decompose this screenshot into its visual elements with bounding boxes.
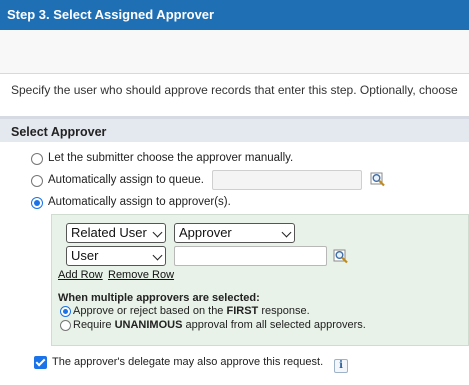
approver-type-select-2[interactable]: User (66, 246, 166, 266)
queue-input[interactable] (212, 170, 362, 190)
unanimous-bold: UNANIMOUS (114, 319, 183, 331)
step-description: Specify the user who should approve reco… (0, 74, 469, 116)
radio-first-response[interactable] (60, 306, 71, 317)
section-title: Select Approver (11, 125, 107, 139)
chevron-down-icon (152, 250, 163, 261)
radio-queue-label: Automatically assign to queue. (48, 174, 204, 186)
multiple-approvers-heading: When multiple approvers are selected: (58, 292, 260, 304)
radio-queue[interactable] (31, 175, 43, 187)
remove-row-link[interactable]: Remove Row (108, 269, 174, 281)
unanimous-suffix: approval from all selected approvers. (182, 319, 366, 331)
radio-manual[interactable] (31, 153, 43, 165)
radio-approvers[interactable] (31, 197, 43, 209)
radio-manual-label: Let the submitter choose the approver ma… (48, 152, 294, 164)
add-row-link[interactable]: Add Row (58, 269, 103, 281)
approver-type-value-2: User (71, 248, 99, 263)
step-title: Step 3. Select Assigned Approver (7, 7, 215, 22)
queue-lookup-icon[interactable] (370, 171, 386, 187)
radio-unanimous[interactable] (60, 320, 71, 331)
toolbar-area (0, 30, 469, 74)
user-lookup-icon[interactable] (333, 248, 349, 264)
approver-field-value-1: Approver (179, 225, 232, 240)
chevron-down-icon (281, 227, 292, 238)
unanimous-prefix: Require (73, 319, 115, 331)
delegate-checkbox[interactable] (34, 356, 47, 369)
first-response-label: Approve or reject based on the FIRST res… (73, 305, 310, 317)
step-header: Step 3. Select Assigned Approver (0, 0, 469, 30)
first-response-bold: FIRST (226, 305, 259, 317)
approver-type-value-1: Related User (71, 225, 147, 240)
first-response-suffix: response. (258, 305, 310, 317)
radio-approvers-label: Automatically assign to approver(s). (48, 196, 231, 208)
approver-form: Let the submitter choose the approver ma… (0, 142, 469, 385)
approver-field-select-1[interactable]: Approver (174, 223, 295, 243)
unanimous-label: Require UNANIMOUS approval from all sele… (73, 319, 366, 331)
section-heading: Select Approver (0, 116, 469, 142)
info-icon[interactable]: i (334, 359, 348, 373)
approver-type-select-1[interactable]: Related User (66, 223, 166, 243)
delegate-label: The approver's delegate may also approve… (52, 356, 324, 368)
approver-assignment-panel: Related User Approver User Add Row Remov… (51, 214, 469, 346)
chevron-down-icon (152, 227, 163, 238)
approver-user-input[interactable] (174, 246, 327, 266)
first-response-prefix: Approve or reject based on the (73, 305, 227, 317)
